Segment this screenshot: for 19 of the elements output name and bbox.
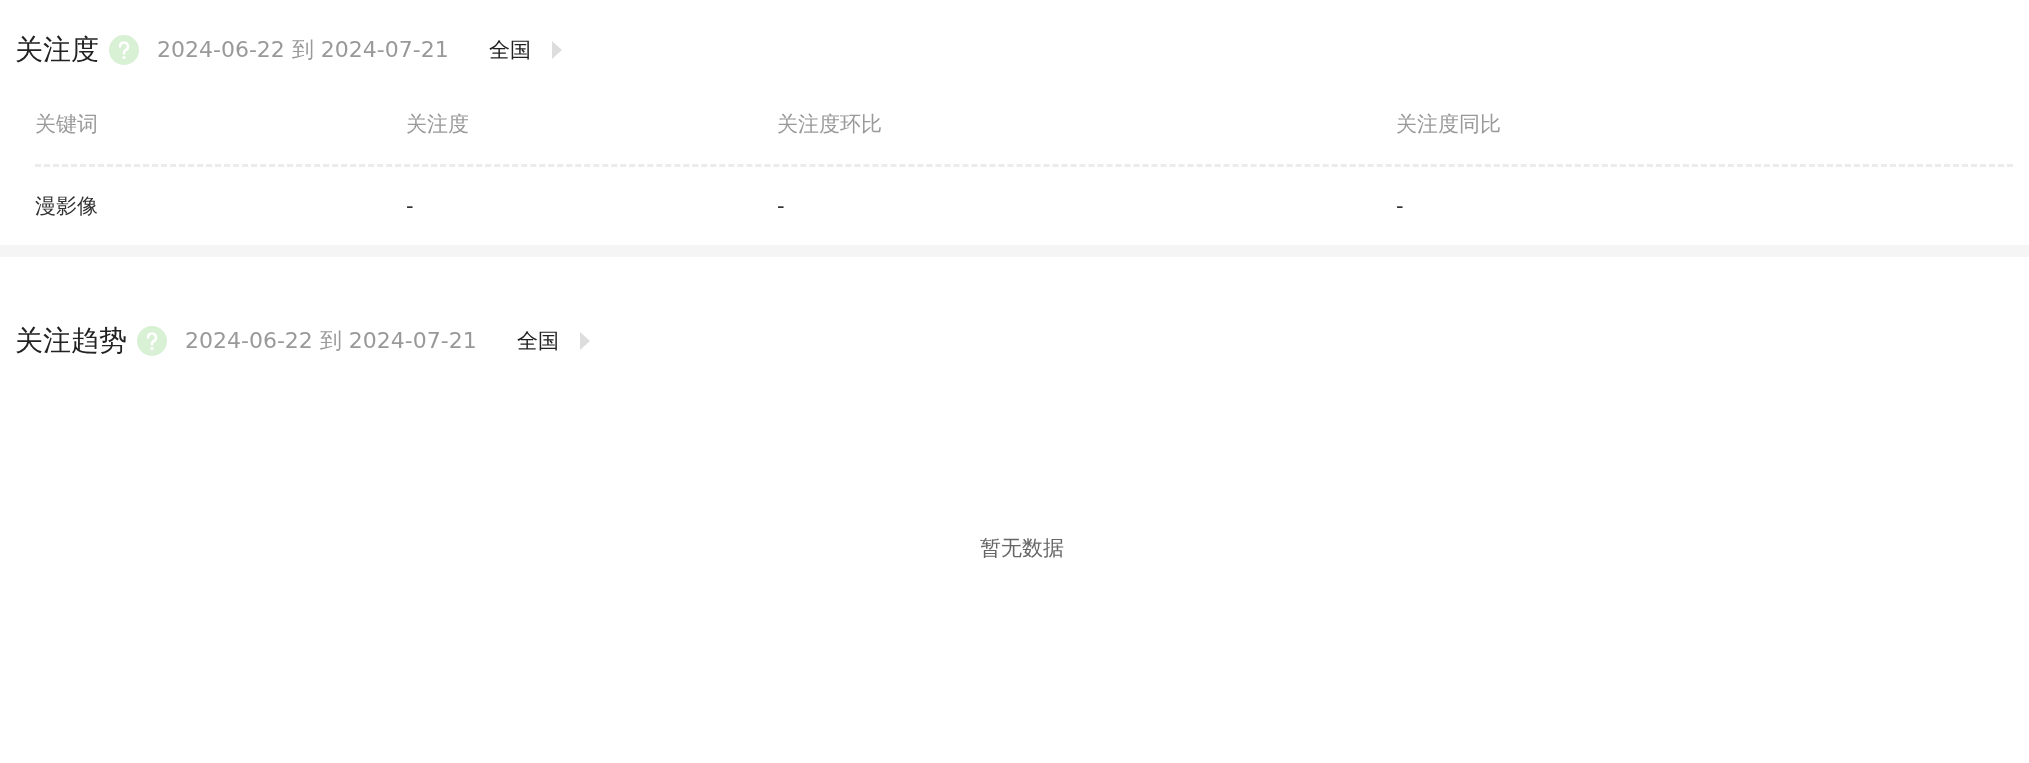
date-range: 2024-06-22 到 2024-07-21 — [157, 36, 449, 64]
help-icon[interactable] — [137, 326, 167, 356]
column-header: 关注度环比 — [777, 111, 883, 138]
table-cell-text: - — [777, 194, 786, 218]
section-title: 关注趋势 — [15, 323, 127, 359]
column-header: 关注度同比 — [1396, 111, 1502, 138]
table-cell-text: - — [1396, 194, 1405, 218]
empty-message: 暂无数据 — [980, 535, 1064, 562]
region-selector[interactable]: 全国 — [488, 36, 531, 64]
caret-icon[interactable] — [578, 331, 591, 351]
column-header: 关注度 — [406, 111, 470, 138]
date-range: 2024-06-22 到 2024-07-21 — [185, 327, 477, 355]
caret-icon[interactable] — [550, 40, 563, 60]
table-cell-text: - — [406, 194, 415, 218]
section-title: 关注度 — [15, 32, 99, 68]
help-icon[interactable] — [109, 35, 139, 65]
column-header: 关键词 — [35, 111, 99, 138]
table-cell-text: 漫影像 — [35, 193, 99, 220]
region-selector[interactable]: 全国 — [516, 327, 559, 355]
